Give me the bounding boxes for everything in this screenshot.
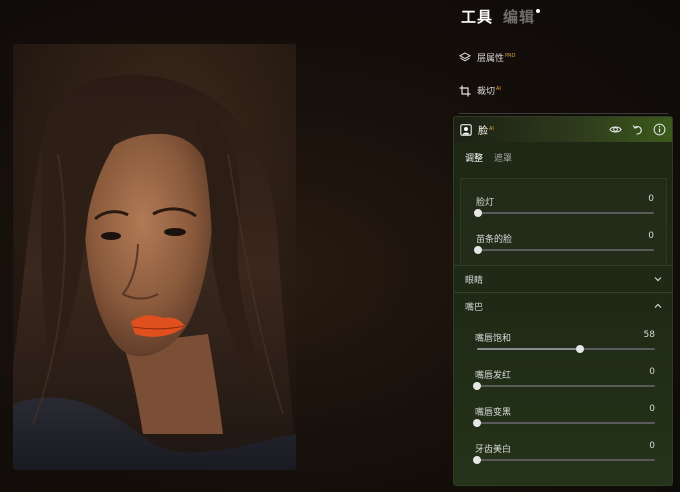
mode-tabs: 工具 编辑 <box>461 6 541 28</box>
face-panel: 脸AI 调整 遮罩 脸灯 0 苗条的脸 0 眼睛 嘴巴 嘴唇饱和 58 嘴唇发红… <box>453 116 673 486</box>
photo-canvas[interactable] <box>13 44 296 470</box>
ai-badge: AI <box>496 86 501 92</box>
slider-thumb[interactable] <box>473 382 481 390</box>
section-mouth-label: 嘴巴 <box>465 302 484 313</box>
slider-thumb[interactable] <box>473 419 481 427</box>
slider-value[interactable]: 0 <box>649 441 655 451</box>
divider <box>459 113 668 114</box>
tool-label-layer-properties: 层属性 <box>477 54 505 64</box>
tool-label-crop: 裁切 <box>477 87 496 97</box>
slider-value[interactable]: 0 <box>649 367 655 377</box>
portrait-photo <box>13 44 296 470</box>
slider-thumb[interactable] <box>474 209 482 217</box>
tab-tools[interactable]: 工具 <box>461 6 493 27</box>
slider-value[interactable]: 0 <box>649 404 655 414</box>
panel-subtabs: 调整 遮罩 <box>454 142 672 172</box>
layers-icon <box>459 51 471 61</box>
slider-face-light: 脸灯 0 <box>474 183 654 220</box>
slider-fill <box>477 348 581 350</box>
slider-value[interactable]: 0 <box>648 231 654 241</box>
slider-label: 嘴唇变黑 <box>475 408 512 418</box>
slider-lip-redness: 嘴唇发红 0 <box>473 356 655 393</box>
slider-value[interactable]: 58 <box>644 330 655 340</box>
info-icon[interactable] <box>653 123 666 136</box>
chevron-up-icon <box>654 303 662 308</box>
slider-label: 脸灯 <box>476 198 495 208</box>
slider-track[interactable] <box>473 456 655 464</box>
notification-dot <box>536 9 541 13</box>
tool-crop[interactable]: 裁切AI <box>459 84 501 97</box>
tab-adjust[interactable]: 调整 <box>465 151 483 164</box>
slider-thumb[interactable] <box>474 246 482 254</box>
face-slider-group: 脸灯 0 苗条的脸 0 <box>460 178 667 265</box>
slider-value[interactable]: 0 <box>648 194 654 204</box>
section-eyes[interactable]: 眼睛 <box>454 265 672 292</box>
slider-teeth-whiten: 牙齿美白 0 <box>473 430 655 467</box>
slider-thumb[interactable] <box>576 345 585 353</box>
slider-track[interactable] <box>474 209 654 217</box>
tool-layer-properties[interactable]: 层属性PRO <box>459 51 515 64</box>
slider-track[interactable] <box>474 246 654 254</box>
crop-icon <box>459 85 471 96</box>
slider-label: 牙齿美白 <box>475 445 512 455</box>
slider-label: 苗条的脸 <box>476 235 513 245</box>
section-mouth[interactable]: 嘴巴 <box>454 292 672 319</box>
section-eyes-label: 眼睛 <box>465 275 484 286</box>
slider-track[interactable] <box>477 345 655 353</box>
pro-badge: PRO <box>505 53 516 59</box>
panel-ai-badge: AI <box>489 125 494 132</box>
slider-slim-face: 苗条的脸 0 <box>474 220 654 257</box>
mouth-slider-group: 嘴唇饱和 58 嘴唇发红 0 嘴唇变黑 0 牙齿美白 0 <box>454 319 672 467</box>
tab-mask[interactable]: 遮罩 <box>494 151 512 164</box>
slider-lip-saturation: 嘴唇饱和 58 <box>475 319 655 356</box>
slider-thumb[interactable] <box>473 456 481 464</box>
slider-label: 嘴唇饱和 <box>475 334 512 344</box>
slider-lip-darken: 嘴唇变黑 0 <box>473 393 655 430</box>
editor-window: 工具 编辑 层属性PRO 裁切AI 脸AI 调整 遮罩 脸灯 0 苗条的脸 0 … <box>0 0 680 492</box>
panel-title: 脸 <box>478 126 488 137</box>
slider-label: 嘴唇发红 <box>475 371 512 381</box>
slider-track[interactable] <box>473 419 655 427</box>
slider-track[interactable] <box>473 382 655 390</box>
chevron-down-icon <box>654 277 662 282</box>
face-panel-header[interactable]: 脸AI <box>454 117 672 142</box>
tab-edit[interactable]: 编辑 <box>503 6 535 27</box>
portrait-icon <box>460 123 472 136</box>
undo-icon[interactable] <box>631 123 644 136</box>
eye-icon[interactable] <box>609 123 622 136</box>
